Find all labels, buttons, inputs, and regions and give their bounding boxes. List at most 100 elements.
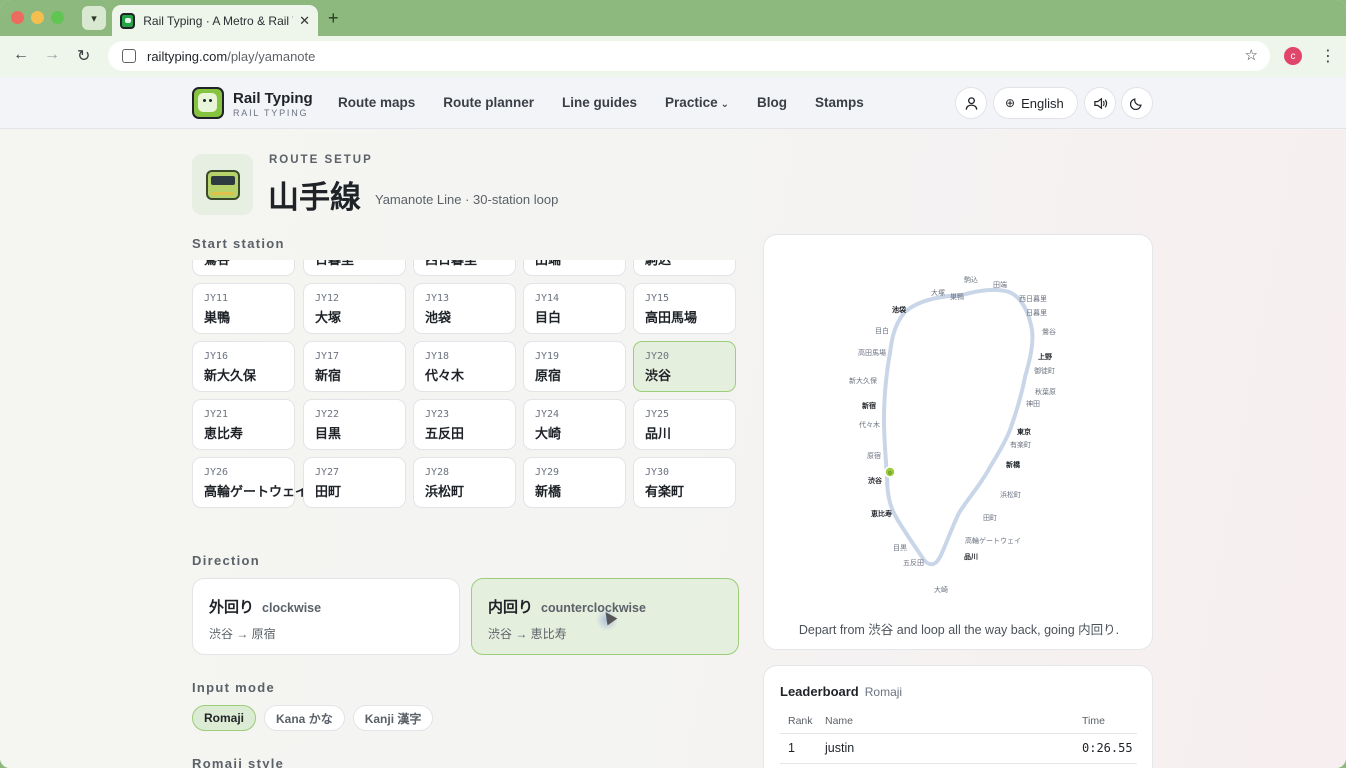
station-option-jy19[interactable]: JY19 原宿 xyxy=(523,341,626,392)
favicon-icon xyxy=(120,12,136,29)
station-option-jy25[interactable]: JY25 品川 xyxy=(633,399,736,450)
close-icon[interactable]: ✕ xyxy=(299,13,310,29)
station-name: 代々木 xyxy=(425,369,465,384)
station-option-jy18[interactable]: JY18 代々木 xyxy=(413,341,516,392)
map-station-label: 駒込 xyxy=(964,275,978,284)
bookmark-star-icon[interactable]: ☆ xyxy=(1245,46,1258,64)
station-option-jy20[interactable]: JY20 渋谷 xyxy=(633,341,736,392)
station-option-jy09[interactable]: JY09田端 xyxy=(523,260,626,276)
station-option-jy29[interactable]: JY29 新橋 xyxy=(523,457,626,508)
brand[interactable]: Rail Typing RAIL TYPING xyxy=(233,90,313,118)
map-station-label: 品川 xyxy=(964,552,978,561)
station-option-jy17[interactable]: JY17 新宿 xyxy=(303,341,406,392)
station-code: JY16 xyxy=(204,351,229,362)
url-text: railtyping.com/play/yamanote xyxy=(147,49,315,64)
station-code: JY22 xyxy=(315,409,340,420)
tab-search-button[interactable]: ▾ xyxy=(82,6,106,30)
station-code: JY29 xyxy=(535,467,560,478)
station-grid[interactable]: JY06鶯谷JY07日暮里JY08西日暮里JY09田端JY10駒込JY11巣鴨J… xyxy=(192,260,737,530)
new-tab-button[interactable]: + xyxy=(328,8,339,29)
nav-line-guides[interactable]: Line guides xyxy=(562,95,637,110)
station-name: 五反田 xyxy=(425,427,465,442)
station-name: 大塚 xyxy=(315,311,342,326)
station-option-jy22[interactable]: JY22 目黒 xyxy=(303,399,406,450)
station-name: 巣鴨 xyxy=(204,311,231,326)
nav-practice[interactable]: Practice ⌄ xyxy=(665,95,729,110)
browser-window: ▾ Rail Typing · A Metro & Rail Typing ✕ … xyxy=(0,0,1346,768)
station-option-jy21[interactable]: JY21 恵比寿 xyxy=(192,399,295,450)
nav-blog[interactable]: Blog xyxy=(757,95,787,110)
station-name: 駒込 xyxy=(645,260,672,268)
nav-route-planner[interactable]: Route planner xyxy=(443,95,534,110)
station-option-jy15[interactable]: JY15 高田馬場 xyxy=(633,283,736,334)
station-option-jy08[interactable]: JY08西日暮里 xyxy=(413,260,516,276)
station-name: 目白 xyxy=(535,311,562,326)
station-option-jy07[interactable]: JY07日暮里 xyxy=(303,260,406,276)
close-window-button[interactable] xyxy=(11,11,24,24)
station-name: 有楽町 xyxy=(645,485,685,500)
station-code: JY11 xyxy=(204,293,229,304)
station-option-jy11[interactable]: JY11 巣鴨 xyxy=(192,283,295,334)
forward-arrow-icon[interactable]: → xyxy=(44,46,60,64)
station-option-jy26[interactable]: JY26 高輪ゲートウェイ xyxy=(192,457,308,508)
map-station-label: 高田馬場 xyxy=(858,348,886,357)
station-name: 田端 xyxy=(535,260,562,268)
map-station-label: 新宿 xyxy=(862,401,876,410)
station-option-jy27[interactable]: JY27 田町 xyxy=(303,457,406,508)
moon-icon xyxy=(1130,98,1142,110)
station-name: 新大久保 xyxy=(204,369,257,384)
chevron-down-icon: ⌄ xyxy=(720,99,729,110)
address-bar[interactable]: railtyping.com/play/yamanote ☆ xyxy=(108,41,1270,71)
theme-toggle-button[interactable] xyxy=(1121,87,1153,119)
station-option-jy30[interactable]: JY30 有楽町 xyxy=(633,457,736,508)
station-option-jy16[interactable]: JY16 新大久保 xyxy=(192,341,295,392)
language-button[interactable]: ⊕ English xyxy=(993,87,1078,119)
direction-clockwise-option[interactable]: 外回り clockwise 渋谷 → 原宿 xyxy=(192,578,460,655)
station-option-jy10[interactable]: JY10駒込 xyxy=(633,260,736,276)
station-option-jy13[interactable]: JY13 池袋 xyxy=(413,283,516,334)
input-mode-kana[interactable]: Kana かな xyxy=(264,705,345,731)
map-station-label: 鶯谷 xyxy=(1042,327,1056,336)
station-option-jy06[interactable]: JY06鶯谷 xyxy=(192,260,295,276)
nav-stamps[interactable]: Stamps xyxy=(815,95,864,110)
route-map-card: 駒込 田端 大塚 巣鴨 西日暮里 池袋 日暮里 目白 鶯谷 高田馬場 上野 御徒町 新大久保 秋葉原 新宿 神… xyxy=(763,234,1153,650)
input-mode-kanji[interactable]: Kanji 漢字 xyxy=(352,705,434,731)
profile-avatar[interactable]: c xyxy=(1284,47,1302,65)
nav-route-maps[interactable]: Route maps xyxy=(338,95,415,110)
map-station-label: 恵比寿 xyxy=(871,509,892,518)
browser-tab[interactable]: Rail Typing · A Metro & Rail Typing ✕ xyxy=(112,5,318,36)
map-station-label: 日暮里 xyxy=(1026,308,1047,317)
account-button[interactable] xyxy=(955,87,987,119)
station-name: 浜松町 xyxy=(425,485,465,500)
brand-name: Rail Typing xyxy=(233,90,313,107)
logo-icon[interactable] xyxy=(192,87,224,119)
column-rank: Rank xyxy=(788,715,813,727)
browser-menu-icon[interactable]: ⋮ xyxy=(1320,46,1336,66)
site-header: Rail Typing RAIL TYPING Route maps Route… xyxy=(0,77,1346,129)
station-option-jy24[interactable]: JY24 大崎 xyxy=(523,399,626,450)
station-name: 新宿 xyxy=(315,369,342,384)
reload-icon[interactable]: ↻ xyxy=(77,46,90,66)
leaderboard-card: Leaderboard Romaji Rank Name Time 1 justi… xyxy=(763,665,1153,768)
sound-toggle-button[interactable] xyxy=(1084,87,1116,119)
leaderboard-header: Rank Name Time xyxy=(780,714,1137,734)
station-option-jy12[interactable]: JY12 大塚 xyxy=(303,283,406,334)
station-option-jy23[interactable]: JY23 五反田 xyxy=(413,399,516,450)
input-mode-romaji[interactable]: Romaji xyxy=(192,705,257,731)
leaderboard-mode: Romaji xyxy=(864,685,903,699)
minimize-window-button[interactable] xyxy=(31,11,44,24)
browser-toolbar: ← → ↻ railtyping.com/play/yamanote ☆ xyxy=(0,36,1346,77)
station-name: 田町 xyxy=(315,485,342,500)
speaker-icon xyxy=(1093,97,1107,109)
map-station-label: 秋葉原 xyxy=(1035,387,1056,396)
station-name: 品川 xyxy=(645,427,672,442)
row-name: justin xyxy=(825,741,855,755)
page-subtitle: Yamanote Line · 30-station loop xyxy=(375,192,559,207)
station-option-jy14[interactable]: JY14 目白 xyxy=(523,283,626,334)
map-station-label: 西日暮里 xyxy=(1019,294,1047,303)
station-option-jy28[interactable]: JY28 浜松町 xyxy=(413,457,516,508)
back-arrow-icon[interactable]: ← xyxy=(13,46,29,64)
maximize-window-button[interactable] xyxy=(51,11,64,24)
map-station-label: 目黒 xyxy=(893,544,907,552)
site-settings-icon[interactable] xyxy=(122,49,136,63)
